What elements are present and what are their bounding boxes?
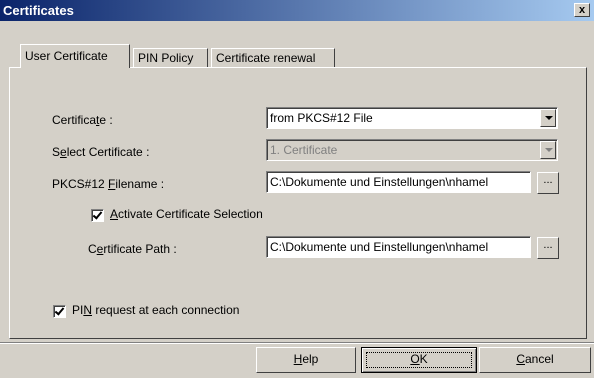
footer-separator: [0, 342, 594, 344]
tab-user-certificate[interactable]: User Certificate: [20, 44, 130, 68]
window-title: Certificates: [3, 3, 74, 18]
chevron-down-icon[interactable]: [540, 109, 556, 127]
tab-pin-policy-label: PIN Policy: [138, 51, 194, 65]
select-certificate-select[interactable]: 1. Certificate: [266, 139, 558, 161]
certificate-path-browse-button[interactable]: ...: [537, 237, 559, 259]
focus-rect: [366, 352, 472, 368]
cancel-button[interactable]: Cancel: [479, 347, 591, 373]
certificates-dialog: Certificates x User Certificate PIN Poli…: [0, 0, 594, 378]
ok-button[interactable]: OK: [361, 347, 477, 373]
ellipsis-icon: ...: [543, 174, 553, 186]
certificate-path-value: C:\Dokumente und Einstellungen\nhamel: [270, 240, 489, 254]
help-button[interactable]: Help: [256, 347, 356, 373]
activate-certificate-selection-label[interactable]: Activate Certificate Selection: [110, 207, 263, 221]
certificate-path-label: Certificate Path :: [88, 242, 177, 256]
pin-request-checkbox[interactable]: [53, 305, 66, 318]
activate-certificate-selection-checkbox[interactable]: [91, 209, 104, 222]
ellipsis-icon: ...: [543, 239, 553, 251]
tab-certificate-renewal-label: Certificate renewal: [216, 51, 316, 65]
pkcs12-filename-value: C:\Dokumente und Einstellungen\nhamel: [270, 175, 489, 189]
tab-pin-policy[interactable]: PIN Policy: [133, 48, 208, 68]
title-bar[interactable]: Certificates x: [0, 0, 594, 21]
close-button[interactable]: x: [574, 3, 590, 17]
chevron-down-icon[interactable]: [540, 141, 556, 159]
tab-certificate-renewal[interactable]: Certificate renewal: [211, 48, 335, 68]
certificate-path-input[interactable]: C:\Dokumente und Einstellungen\nhamel: [266, 236, 531, 258]
pkcs12-browse-button[interactable]: ...: [537, 172, 559, 194]
pkcs12-filename-input[interactable]: C:\Dokumente und Einstellungen\nhamel: [266, 171, 531, 193]
close-icon: x: [578, 4, 586, 16]
tab-user-certificate-label: User Certificate: [25, 49, 108, 63]
certificate-label: Certificate :: [52, 113, 113, 127]
certificate-select-value: from PKCS#12 File: [270, 111, 373, 125]
pin-request-label[interactable]: PIN request at each connection: [72, 303, 239, 317]
pkcs12-filename-label: PKCS#12 Filename :: [52, 177, 165, 191]
select-certificate-label: Select Certificate :: [52, 145, 150, 159]
select-certificate-value: 1. Certificate: [270, 143, 338, 157]
certificate-select[interactable]: from PKCS#12 File: [266, 107, 558, 129]
